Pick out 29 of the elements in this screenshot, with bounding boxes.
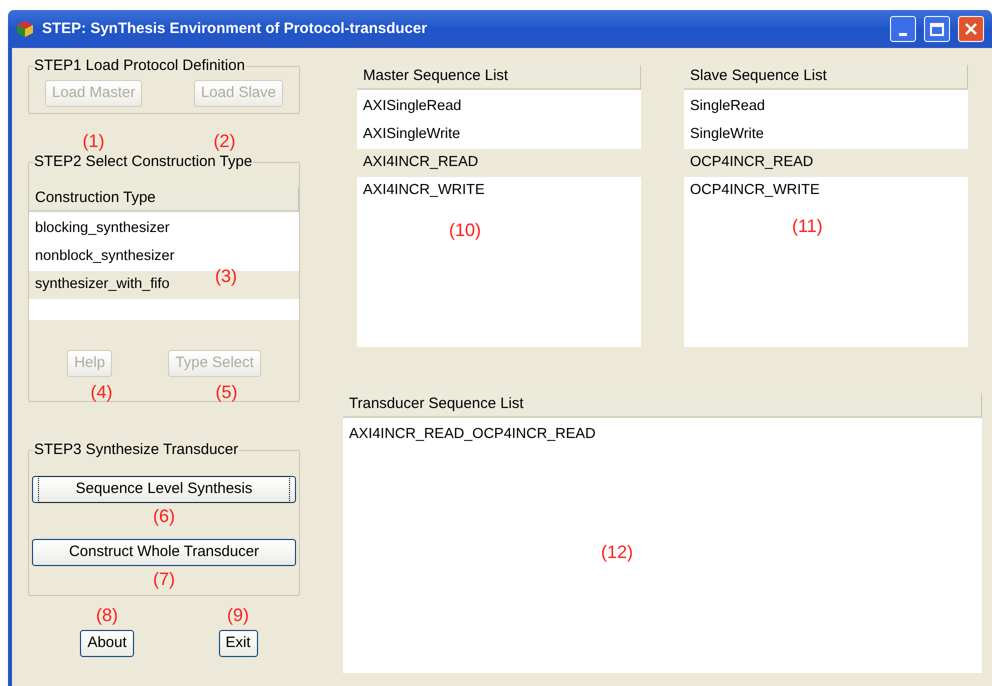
push-button[interactable]: Construct Whole Transducer <box>32 539 296 566</box>
maximize-button[interactable] <box>924 16 950 42</box>
callout-label: (11) <box>792 217 823 235</box>
callout-label: (7) <box>153 570 175 588</box>
callout-label: (10) <box>449 221 482 239</box>
close-button[interactable] <box>958 16 984 42</box>
group-title: STEP3 Synthesize Transducer <box>33 441 240 459</box>
minimize-button[interactable] <box>890 16 916 42</box>
close-icon <box>964 22 978 36</box>
push-button[interactable]: Sequence Level Synthesis <box>32 476 296 503</box>
callout-label: (1) <box>82 132 104 150</box>
push-button[interactable]: About <box>80 630 134 657</box>
group-title: STEP2 Select Construction Type <box>33 153 254 171</box>
callout-label: (12) <box>601 543 634 561</box>
list-row[interactable]: OCP4INCR_READ <box>684 149 968 177</box>
list-row[interactable]: AXI4INCR_READ <box>357 149 641 177</box>
callout-label: (5) <box>216 383 238 401</box>
callout-label: (2) <box>214 132 236 150</box>
callout-label: (4) <box>90 383 112 401</box>
column-header: Construction Type <box>29 187 299 212</box>
column-header: Transducer Sequence List <box>343 393 982 418</box>
callout-label: (8) <box>96 606 118 624</box>
column-header: Master Sequence List <box>357 65 641 90</box>
window-title: STEP: SynThesis Environment of Protocol-transducer <box>42 18 428 39</box>
callout-label: (9) <box>227 606 250 624</box>
push-button[interactable]: Exit <box>218 630 258 657</box>
callout-label: (6) <box>153 507 175 525</box>
column-header: Slave Sequence List <box>684 65 968 90</box>
cube-icon <box>16 20 34 38</box>
